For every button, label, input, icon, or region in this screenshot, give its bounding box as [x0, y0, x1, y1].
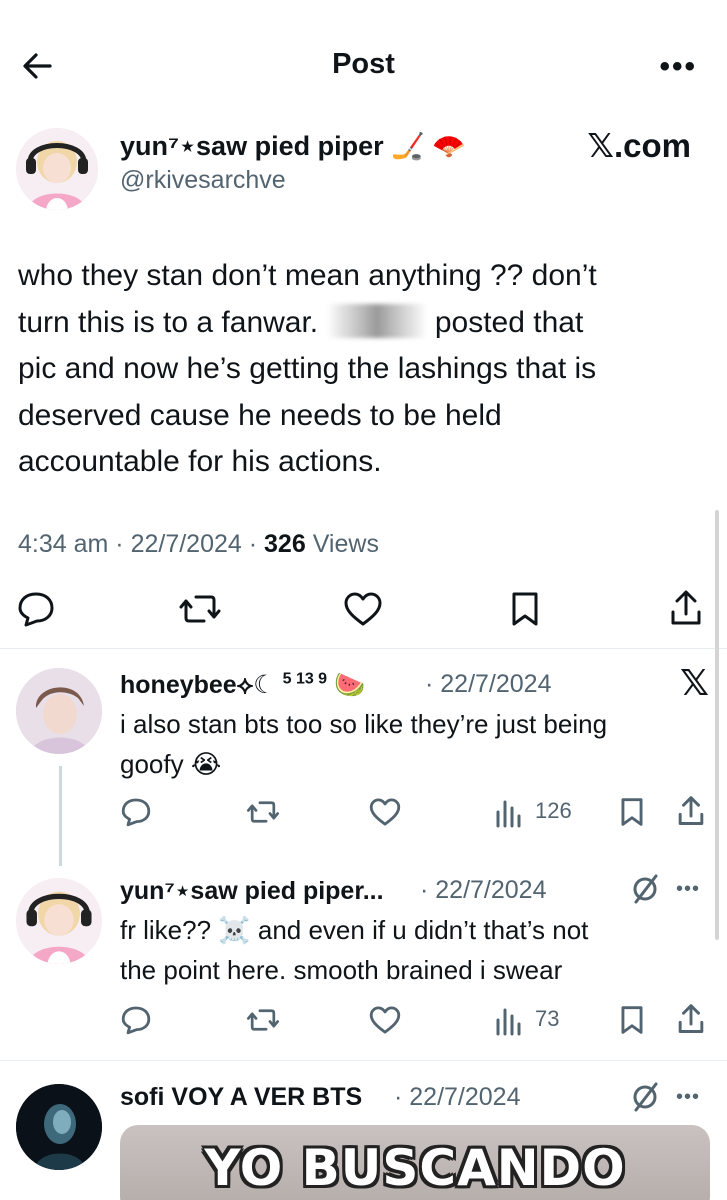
author-avatar[interactable]	[16, 128, 98, 210]
views-count: 73	[535, 1006, 560, 1031]
reply-date: · 22/7/2024	[420, 876, 547, 904]
page-title: Post	[332, 48, 395, 80]
author-name[interactable]: yun⁷⋆saw pied piper 🏒 🪭	[120, 130, 466, 162]
like-icon[interactable]	[368, 1004, 402, 1036]
scrollbar[interactable]	[715, 510, 719, 940]
bookmark-icon[interactable]	[618, 796, 646, 828]
x-badge: 𝕏	[679, 662, 709, 703]
views-count: 126	[535, 798, 572, 823]
reply-author-name[interactable]: honeybee⟡☾ 5 13 9 🍉	[120, 670, 365, 700]
name-emojis: 🏒 🪭	[391, 131, 466, 161]
reply-icon[interactable]	[120, 796, 152, 828]
bookmark-icon[interactable]	[508, 590, 542, 628]
grok-icon[interactable]	[630, 872, 660, 906]
divider	[0, 648, 727, 649]
top-bar: Post •••	[0, 0, 727, 120]
like-icon[interactable]	[368, 796, 402, 828]
x-com-watermark: 𝕏.com	[587, 127, 691, 164]
author-handle[interactable]: @rkivesarchve	[120, 166, 286, 195]
meme-image[interactable]: YO BUSCANDO	[120, 1125, 710, 1200]
share-icon[interactable]	[668, 588, 704, 628]
views-icon[interactable]	[494, 798, 524, 828]
views-count: 326	[264, 530, 306, 558]
post-meta: 4:34 am · 22/7/2024 · 326 Views	[18, 530, 379, 558]
repost-icon[interactable]	[178, 590, 222, 628]
blurred-redaction	[326, 303, 427, 338]
reply-author-name[interactable]: yun⁷⋆saw pied piper...	[120, 876, 384, 906]
bookmark-icon[interactable]	[618, 1004, 646, 1036]
reply-avatar[interactable]	[16, 878, 102, 964]
like-icon[interactable]	[342, 590, 384, 628]
reply-text: i also stan bts too so like they’re just…	[120, 709, 608, 779]
reply-avatar[interactable]	[16, 1084, 102, 1170]
reply-date: · 22/7/2024	[425, 670, 552, 698]
share-icon[interactable]	[676, 1002, 706, 1036]
share-icon[interactable]	[676, 794, 706, 828]
reply-icon[interactable]	[120, 1004, 152, 1036]
repost-icon[interactable]	[246, 1004, 280, 1036]
more-options-icon[interactable]: •••	[676, 878, 700, 901]
reply-icon[interactable]	[16, 590, 56, 628]
grok-icon[interactable]	[630, 1080, 660, 1114]
reply-author-name[interactable]: sofi VOY A VER BTS	[120, 1083, 362, 1112]
divider	[0, 1060, 727, 1061]
reply-text: fr like?? ☠️ and even if u didn’t that’s…	[120, 915, 589, 985]
post-date: 22/7/2024	[130, 530, 242, 558]
views-label: Views	[312, 530, 379, 558]
reply-date: · 22/7/2024	[394, 1083, 521, 1111]
thread-line	[59, 766, 62, 866]
post-body: who they stan don’t mean anything ?? don…	[18, 259, 597, 478]
repost-icon[interactable]	[246, 796, 280, 828]
more-options-icon[interactable]: •••	[676, 1086, 700, 1109]
reply-avatar[interactable]	[16, 668, 102, 754]
more-options-icon[interactable]: •••	[659, 50, 697, 84]
meme-caption: YO BUSCANDO	[204, 1139, 626, 1197]
post-time: 4:34 am	[18, 530, 109, 558]
views-icon[interactable]	[494, 1006, 524, 1036]
